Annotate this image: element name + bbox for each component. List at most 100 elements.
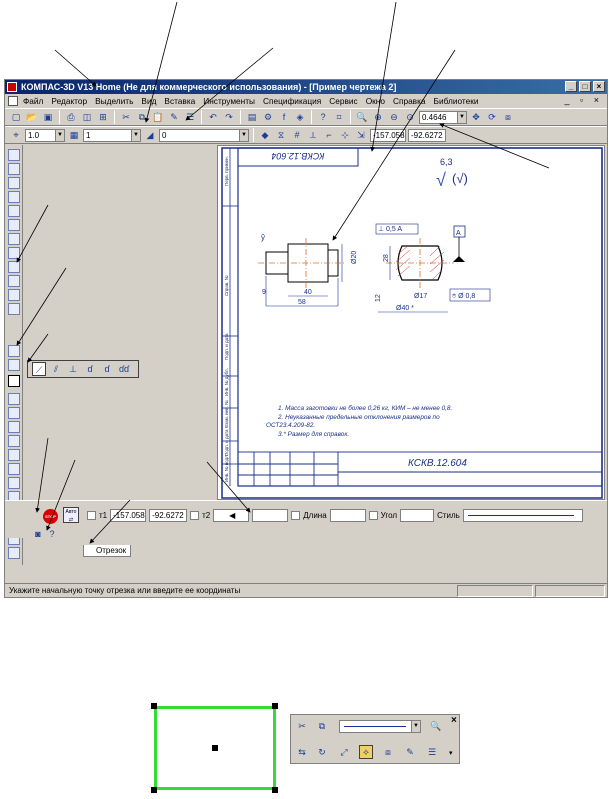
menu-edit[interactable]: Редактор <box>51 96 87 106</box>
length-checkbox[interactable] <box>291 511 301 520</box>
zoom-in-icon[interactable]: ⊕ <box>371 110 385 124</box>
copy-icon[interactable]: ⧉ <box>135 110 149 124</box>
round-icon[interactable]: ⊹ <box>338 128 352 142</box>
reports-panel-icon[interactable] <box>8 275 20 287</box>
menu-view[interactable]: Вид <box>141 96 156 106</box>
overflow-icon[interactable]: ▾ <box>449 749 453 757</box>
angle-field[interactable] <box>400 509 435 522</box>
properties-icon[interactable]: ☰ <box>425 745 439 759</box>
measure-panel-icon[interactable] <box>8 219 20 231</box>
segment-tab[interactable]: Отрезок <box>83 545 132 557</box>
zoom-window-icon[interactable]: 🔍 <box>355 110 369 124</box>
pan-icon[interactable]: ✥ <box>469 110 483 124</box>
line-style-field[interactable] <box>462 509 583 522</box>
zoom-icon[interactable]: 🔍 <box>429 719 443 733</box>
layer-combo[interactable]: 1 ▼ <box>83 128 141 142</box>
aux-line-tool-icon[interactable] <box>8 359 20 371</box>
paste-icon[interactable]: 📋 <box>151 110 165 124</box>
minimize-button[interactable]: _ <box>565 81 577 92</box>
style-icon[interactable]: ◢ <box>143 128 157 142</box>
t2-x-field[interactable]: ◀ <box>213 509 250 522</box>
symmetry-icon[interactable]: ⟡ <box>359 745 373 759</box>
grid-icon[interactable]: # <box>290 128 304 142</box>
menu-libraries[interactable]: Библиотеки <box>434 96 479 106</box>
variables-icon[interactable]: ⚙ <box>261 110 275 124</box>
help-icon[interactable]: ? <box>316 110 330 124</box>
remember-state-icon[interactable]: ◙ <box>31 527 45 541</box>
tangent-two-curves-icon[interactable]: ɗ <box>100 362 114 376</box>
format-copy-icon[interactable]: ✎ <box>167 110 181 124</box>
mdi-window-buttons[interactable]: _ ▫ × <box>565 95 603 105</box>
close-button[interactable]: × <box>593 81 605 92</box>
step-combo[interactable]: 1.0 ▼ <box>25 128 65 142</box>
cursor-y-field[interactable]: -92.6272 <box>408 128 446 142</box>
insert-panel-icon[interactable] <box>8 289 20 301</box>
menu-insert[interactable]: Вставка <box>164 96 195 106</box>
refresh-icon[interactable]: ⟳ <box>485 110 499 124</box>
preview-icon[interactable]: ◫ <box>80 110 94 124</box>
point-tool-icon[interactable] <box>8 345 20 357</box>
segment-icon[interactable]: ⟋ <box>32 362 46 376</box>
t1-checkbox[interactable] <box>87 511 96 520</box>
open-icon[interactable]: 📂 <box>25 110 39 124</box>
rotate-icon[interactable]: ↻ <box>315 745 329 759</box>
undo-icon[interactable]: ↶ <box>206 110 220 124</box>
drawing-canvas[interactable]: КСКВ.12.604 6,3 √ (√) 40 58 9 Ø20 ŷ ⊥ 0,… <box>217 145 605 500</box>
associative-views-icon[interactable] <box>8 247 20 259</box>
fragments-panel-icon[interactable] <box>8 303 20 315</box>
menu-select[interactable]: Выделить <box>95 96 133 106</box>
t1-x-field[interactable]: -157.058 <box>110 509 147 522</box>
close-icon[interactable]: × <box>451 715 457 726</box>
perpendicular-segment-icon[interactable]: ⊥ <box>66 362 80 376</box>
auto-create-button[interactable]: Авто ⇄ <box>63 507 79 523</box>
ortho-icon[interactable]: ⟂ <box>306 128 320 142</box>
parallel-segment-icon[interactable]: ⫽ <box>49 362 63 376</box>
copy-icon[interactable]: ⧉ <box>315 719 329 733</box>
cut-icon[interactable]: ✂ <box>119 110 133 124</box>
ellipse-tool-icon[interactable] <box>8 421 20 433</box>
maximize-button[interactable]: □ <box>579 81 591 92</box>
snap-icon[interactable]: ⧖ <box>274 128 288 142</box>
dimensions-panel-icon[interactable] <box>8 163 20 175</box>
menu-tools[interactable]: Инструменты <box>203 96 255 106</box>
function-icon[interactable]: f <box>277 110 291 124</box>
zoom-fit-icon[interactable]: ⊙ <box>403 110 417 124</box>
parametrize-panel-icon[interactable] <box>8 205 20 217</box>
spline-tool-icon[interactable] <box>8 435 20 447</box>
symbols-panel-icon[interactable] <box>8 177 20 189</box>
angle-checkbox[interactable] <box>368 511 378 520</box>
format-painter-icon[interactable]: ✎ <box>403 745 417 759</box>
rectangle-tool-icon[interactable] <box>8 463 20 475</box>
print-icon[interactable]: ⎙ <box>64 110 78 124</box>
polygon-tool-icon[interactable] <box>8 477 20 489</box>
tangent-segment-icon[interactable]: ɗ <box>83 362 97 376</box>
redo-icon[interactable]: ↷ <box>222 110 236 124</box>
property-help-icon[interactable]: ? <box>45 527 59 541</box>
equidistant-tool-icon[interactable] <box>8 547 20 559</box>
menu-file[interactable]: Файл <box>23 96 43 106</box>
geometry-calc-icon[interactable]: ◈ <box>293 110 307 124</box>
view-orient-icon[interactable]: ⧈ <box>501 110 515 124</box>
layer-icon[interactable]: ▦ <box>67 128 81 142</box>
manager-icon[interactable]: ⊞ <box>96 110 110 124</box>
t2-y-field[interactable] <box>252 509 289 522</box>
t2-checkbox[interactable] <box>190 511 200 520</box>
line-style-combo[interactable]: ▼ <box>339 720 421 733</box>
properties-icon[interactable]: ☰ <box>183 110 197 124</box>
menu-service[interactable]: Сервис <box>329 96 357 106</box>
zoom-combo[interactable]: 0.4646 ▼ <box>419 110 467 124</box>
step-icon[interactable]: ⌖ <box>9 128 23 142</box>
menu-help[interactable]: Справка <box>393 96 426 106</box>
library-manager-icon[interactable]: ▤ <box>245 110 259 124</box>
local-cs-icon[interactable]: ⌐ <box>322 128 336 142</box>
stop-button[interactable]: STOP <box>43 509 58 524</box>
move-icon[interactable]: ⇆ <box>295 745 309 759</box>
circle-tool-icon[interactable] <box>8 393 20 405</box>
geometry-panel-icon[interactable] <box>8 149 20 161</box>
polyline-tool-icon[interactable] <box>8 449 20 461</box>
info-icon[interactable]: ⌗ <box>332 110 346 124</box>
cut-icon[interactable]: ✂ <box>295 719 309 733</box>
menu-specification[interactable]: Спецификация <box>263 96 321 106</box>
new-document-icon[interactable]: ▢ <box>9 110 23 124</box>
save-icon[interactable]: ▣ <box>41 110 55 124</box>
